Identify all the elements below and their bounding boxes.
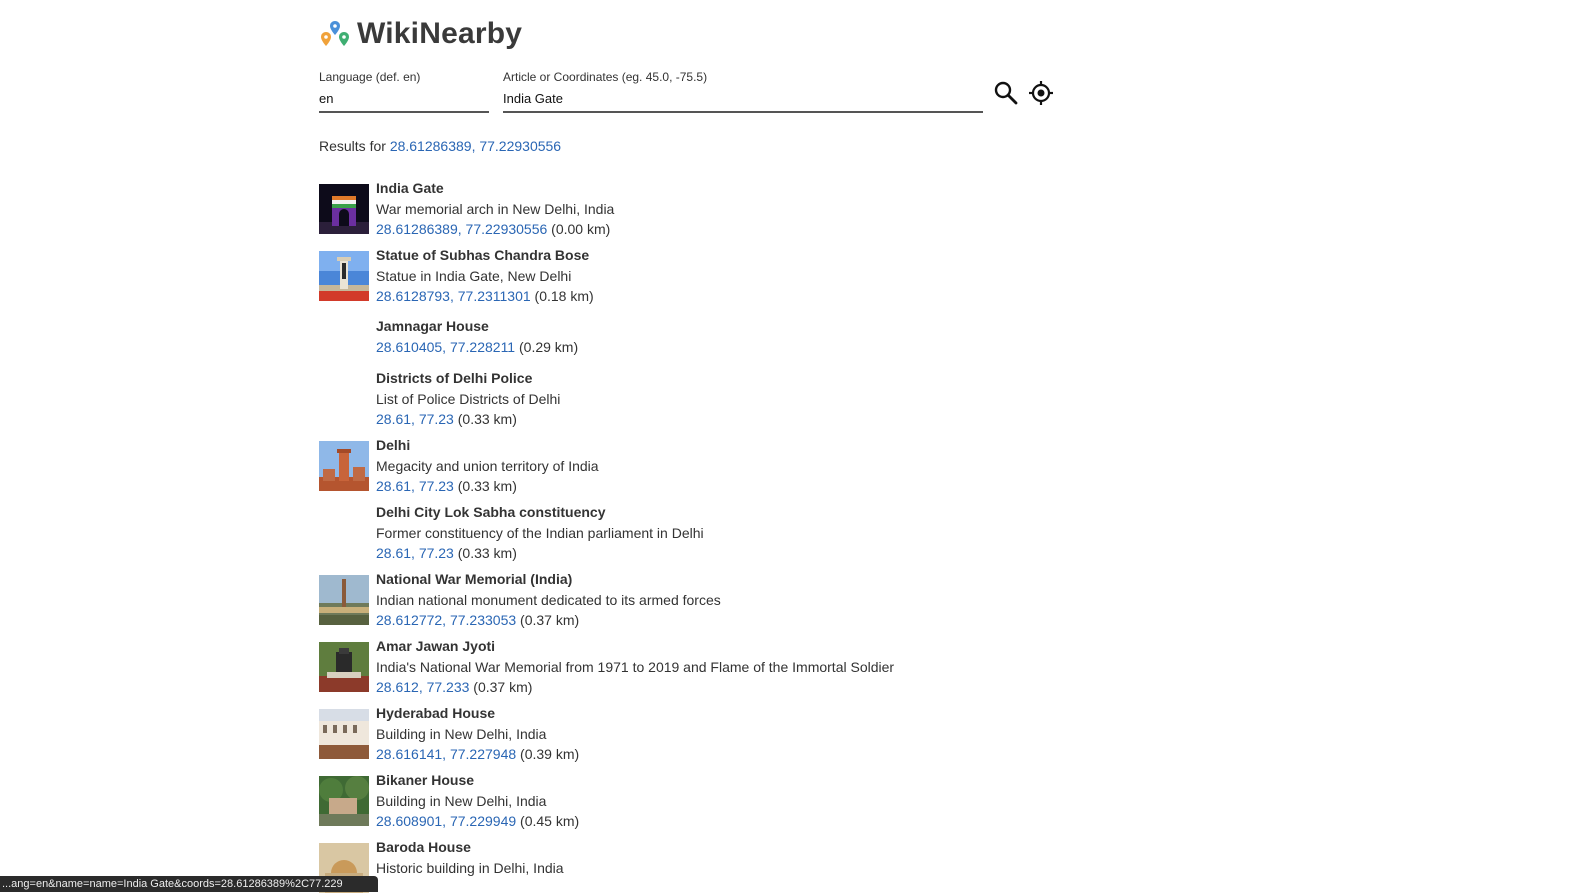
result-text: Baroda House Historic building in Delhi,… bbox=[376, 837, 564, 878]
result-text: Delhi Megacity and union territory of In… bbox=[376, 435, 599, 497]
results-coords-link[interactable]: 28.61286389, 77.22930556 bbox=[390, 138, 561, 154]
result-distance: (0.33 km) bbox=[453, 411, 517, 427]
result-text: Delhi City Lok Sabha constituency Former… bbox=[376, 502, 704, 564]
result-title[interactable]: Amar Jawan Jyoti bbox=[376, 638, 495, 654]
result-description: Indian national monument dedicated to it… bbox=[376, 591, 721, 608]
result-description: Building in New Delhi, India bbox=[376, 725, 547, 742]
map-pins-logo-icon bbox=[321, 21, 349, 46]
my-location-icon[interactable] bbox=[1028, 80, 1054, 106]
result-text: Statue of Subhas Chandra Bose Statue in … bbox=[376, 245, 594, 307]
result-thumbnail[interactable] bbox=[319, 642, 369, 692]
result-thumbnail[interactable] bbox=[319, 251, 369, 301]
results-header: Results for 28.61286389, 77.22930556 bbox=[319, 138, 561, 154]
result-distance: (0.29 km) bbox=[515, 338, 579, 355]
result-coords-link[interactable]: 28.61, 77.23 bbox=[376, 545, 454, 561]
search-icon[interactable] bbox=[993, 80, 1019, 106]
result-coords-link[interactable]: 28.608901, 77.229949 bbox=[376, 813, 516, 829]
result-thumbnail[interactable] bbox=[319, 776, 369, 826]
result-thumbnail[interactable] bbox=[319, 709, 369, 759]
article-label: Article or Coordinates (eg. 45.0, -75.5) bbox=[503, 70, 708, 84]
result-title[interactable]: Jamnagar House bbox=[376, 318, 489, 334]
result-description: India's National War Memorial from 1971 … bbox=[376, 658, 895, 675]
result-title[interactable]: Hyderabad House bbox=[376, 705, 495, 721]
language-label: Language (def. en) bbox=[319, 70, 421, 84]
result-distance: (0.37 km) bbox=[469, 679, 533, 695]
result-title[interactable]: Delhi City Lok Sabha constituency bbox=[376, 504, 606, 520]
result-description: War memorial arch in New Delhi, India bbox=[376, 200, 615, 217]
result-text: National War Memorial (India) Indian nat… bbox=[376, 569, 721, 631]
result-distance: (0.18 km) bbox=[530, 288, 594, 304]
result-distance: (0.39 km) bbox=[516, 746, 580, 762]
article-input[interactable] bbox=[503, 89, 983, 113]
result-title[interactable]: Delhi bbox=[376, 437, 410, 453]
results-prefix: Results for bbox=[319, 138, 390, 154]
result-description: Megacity and union territory of India bbox=[376, 457, 599, 474]
result-coords-link[interactable]: 28.61286389, 77.22930556 bbox=[376, 221, 547, 237]
result-coords-link[interactable]: 28.616141, 77.227948 bbox=[376, 746, 516, 762]
result-description: Historic building in Delhi, India bbox=[376, 859, 564, 876]
result-description: Building in New Delhi, India bbox=[376, 792, 547, 809]
result-text: Amar Jawan Jyoti India's National War Me… bbox=[376, 636, 894, 698]
result-coords-link[interactable]: 28.610405, 77.228211 bbox=[376, 339, 515, 355]
result-title[interactable]: Baroda House bbox=[376, 839, 471, 855]
result-title[interactable]: India Gate bbox=[376, 180, 444, 196]
result-title[interactable]: Districts of Delhi Police bbox=[376, 370, 532, 386]
result-text: Bikaner House Building in New Delhi, Ind… bbox=[376, 770, 579, 832]
result-title[interactable]: Bikaner House bbox=[376, 772, 474, 788]
result-distance: (0.33 km) bbox=[453, 545, 517, 561]
language-field: Language (def. en) bbox=[319, 70, 489, 113]
result-thumbnail[interactable] bbox=[319, 184, 369, 234]
result-text: Jamnagar House 28.610405, 77.228211 (0.2… bbox=[376, 316, 578, 357]
result-distance: (0.45 km) bbox=[516, 813, 580, 829]
language-input[interactable] bbox=[319, 89, 489, 113]
result-thumbnail[interactable] bbox=[319, 441, 369, 491]
app-title: WikiNearby bbox=[357, 17, 523, 50]
result-text: India Gate War memorial arch in New Delh… bbox=[376, 178, 614, 240]
browser-status-bar: ...ang=en&name=name=India Gate&coords=28… bbox=[0, 876, 378, 892]
result-coords-link[interactable]: 28.612, 77.233 bbox=[376, 679, 469, 695]
brand: WikiNearby bbox=[319, 16, 522, 52]
result-coords-link[interactable]: 28.612772, 77.233053 bbox=[376, 612, 516, 628]
result-description: Former constituency of the Indian parlia… bbox=[376, 524, 704, 541]
result-distance: (0.37 km) bbox=[516, 612, 580, 628]
result-distance: (0.00 km) bbox=[547, 221, 611, 237]
article-field: Article or Coordinates (eg. 45.0, -75.5) bbox=[503, 70, 983, 113]
result-text: Districts of Delhi Police List of Police… bbox=[376, 368, 560, 430]
result-text: Hyderabad House Building in New Delhi, I… bbox=[376, 703, 579, 765]
result-coords-link[interactable]: 28.61, 77.23 bbox=[376, 411, 454, 427]
result-coords-link[interactable]: 28.61, 77.23 bbox=[376, 478, 454, 494]
result-thumbnail[interactable] bbox=[319, 575, 369, 625]
result-description: Statue in India Gate, New Delhi bbox=[376, 267, 572, 284]
result-coords-link[interactable]: 28.6128793, 77.2311301 bbox=[376, 288, 531, 304]
result-title[interactable]: National War Memorial (India) bbox=[376, 571, 572, 587]
result-distance: (0.33 km) bbox=[453, 478, 517, 494]
result-title[interactable]: Statue of Subhas Chandra Bose bbox=[376, 247, 589, 263]
result-description: List of Police Districts of Delhi bbox=[376, 390, 561, 407]
